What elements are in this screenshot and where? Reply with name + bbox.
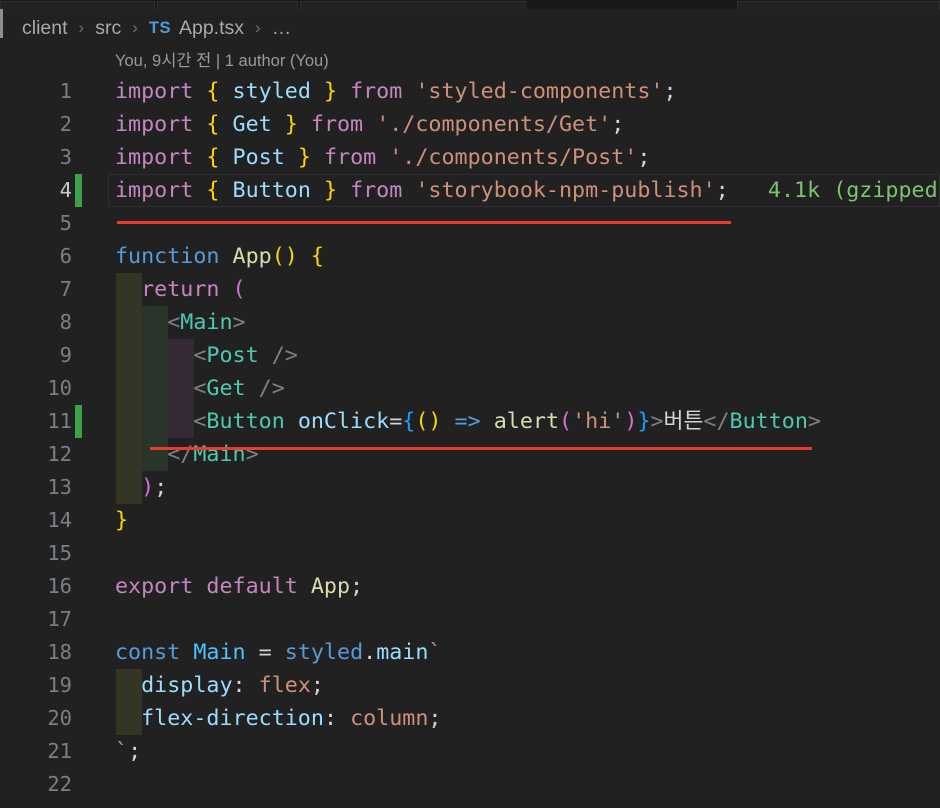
breadcrumb-overflow[interactable]: … xyxy=(272,17,292,40)
line-number[interactable]: 18 xyxy=(0,636,72,669)
error-underline xyxy=(117,221,731,224)
line-number-gutter: 12345678910111213141516171819202122 xyxy=(0,75,72,801)
breadcrumb: client › src › TS App.tsx › … xyxy=(22,11,291,45)
line-number[interactable]: 10 xyxy=(0,372,72,405)
line-number[interactable]: 21 xyxy=(0,735,72,768)
code-line[interactable] xyxy=(115,768,938,801)
tab-bar xyxy=(0,0,940,9)
line-number[interactable]: 9 xyxy=(0,339,72,372)
code-line[interactable]: <Get /> xyxy=(115,372,938,405)
code-line[interactable] xyxy=(115,537,938,570)
breadcrumb-item-file[interactable]: TS App.tsx xyxy=(149,17,244,40)
code-line[interactable]: flex-direction: column; xyxy=(115,702,938,735)
git-gutter-added[interactable] xyxy=(75,405,82,438)
code-line[interactable]: ); xyxy=(115,471,938,504)
chevron-right-icon: › xyxy=(132,18,138,38)
code-line[interactable]: import { Button } from 'storybook-npm-pu… xyxy=(115,174,938,207)
line-number[interactable]: 4 xyxy=(0,174,72,207)
line-number[interactable]: 17 xyxy=(0,603,72,636)
code-line[interactable]: export default App; xyxy=(115,570,938,603)
codelens-git-blame[interactable]: You, 9시간 전 | 1 author (You) xyxy=(115,49,329,73)
chevron-right-icon: › xyxy=(255,18,261,38)
code-line[interactable]: display: flex; xyxy=(115,669,938,702)
code-line[interactable]: } xyxy=(115,504,938,537)
line-number[interactable]: 7 xyxy=(0,273,72,306)
code-line[interactable]: function App() { xyxy=(115,240,938,273)
line-number[interactable]: 20 xyxy=(0,702,72,735)
code-line[interactable]: const Main = styled.main` xyxy=(115,636,938,669)
line-number[interactable]: 1 xyxy=(0,75,72,108)
line-number[interactable]: 5 xyxy=(0,207,72,240)
code-line[interactable] xyxy=(115,603,938,636)
code-line[interactable]: import { Post } from './components/Post'… xyxy=(115,141,938,174)
breadcrumb-item-client[interactable]: client xyxy=(22,17,68,40)
tab-segment[interactable] xyxy=(300,1,526,10)
tab-segment[interactable] xyxy=(0,1,155,10)
line-number[interactable]: 22 xyxy=(0,768,72,801)
code-line[interactable]: </Main> xyxy=(115,438,938,471)
breadcrumb-item-src[interactable]: src xyxy=(95,17,121,40)
git-gutter-added[interactable] xyxy=(75,174,82,207)
code-line[interactable]: import { Get } from './components/Get'; xyxy=(115,108,938,141)
line-number[interactable]: 2 xyxy=(0,108,72,141)
code-line[interactable]: <Post /> xyxy=(115,339,938,372)
typescript-file-icon: TS xyxy=(149,19,171,38)
code-editor[interactable]: client › src › TS App.tsx › … You, 9시간 전… xyxy=(0,0,940,808)
line-number[interactable]: 15 xyxy=(0,537,72,570)
line-number[interactable]: 6 xyxy=(0,240,72,273)
code-text-area[interactable]: import { styled } from 'styled-component… xyxy=(115,75,938,801)
code-line[interactable]: <Main> xyxy=(115,306,938,339)
code-line[interactable]: import { styled } from 'styled-component… xyxy=(115,75,938,108)
line-number[interactable]: 14 xyxy=(0,504,72,537)
line-number[interactable]: 3 xyxy=(0,141,72,174)
error-underline xyxy=(150,447,812,450)
code-line[interactable]: <Button onClick={() => alert('hi')}>버튼</… xyxy=(115,405,938,438)
tab-segment[interactable] xyxy=(157,1,298,10)
line-number[interactable]: 19 xyxy=(0,669,72,702)
breadcrumb-file-label: App.tsx xyxy=(179,17,244,40)
code-line[interactable]: return ( xyxy=(115,273,938,306)
left-edge-sliver xyxy=(0,9,3,38)
line-number[interactable]: 8 xyxy=(0,306,72,339)
line-number[interactable]: 16 xyxy=(0,570,72,603)
line-number[interactable]: 13 xyxy=(0,471,72,504)
code-line[interactable]: `; xyxy=(115,735,938,768)
line-number[interactable]: 11 xyxy=(0,405,72,438)
tab-segment[interactable] xyxy=(737,1,940,10)
line-number[interactable]: 12 xyxy=(0,438,72,471)
chevron-right-icon: › xyxy=(79,18,85,38)
